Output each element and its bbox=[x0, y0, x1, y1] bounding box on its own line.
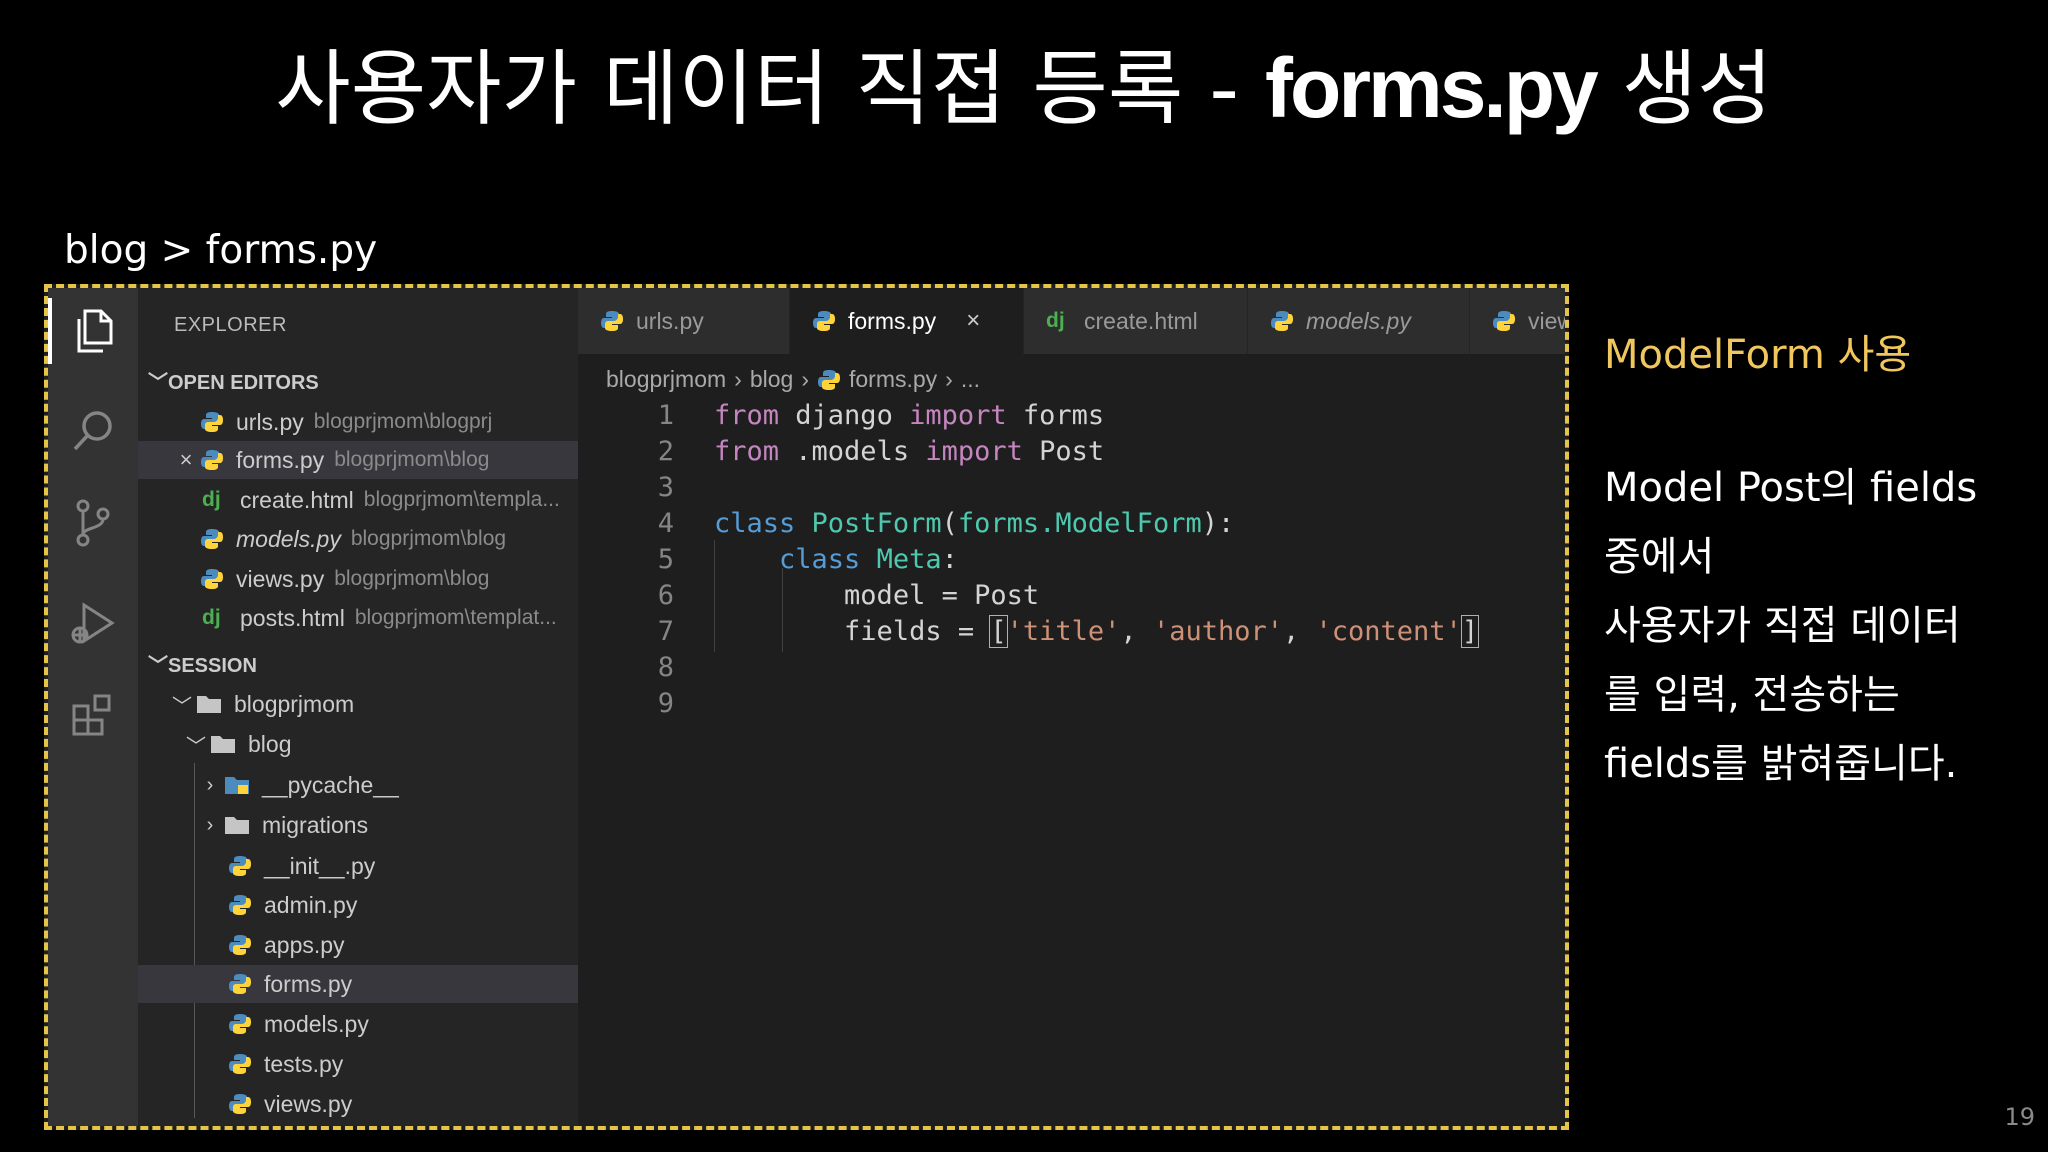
django-file-icon: dj bbox=[1046, 309, 1065, 332]
chevron-right-icon: › bbox=[206, 773, 214, 796]
side-note-line: 사용자가 직접 데이터 bbox=[1604, 603, 1961, 649]
explorer-title: EXPLORER bbox=[174, 314, 287, 336]
activity-active-indicator bbox=[48, 298, 52, 364]
python-file-icon bbox=[229, 1054, 251, 1074]
code-line-1: from django import forms bbox=[714, 400, 1105, 431]
line-number: 1 bbox=[657, 400, 674, 431]
breadcrumb-item[interactable]: blogprjmom bbox=[606, 366, 726, 393]
explorer-icon[interactable] bbox=[68, 306, 118, 356]
breadcrumb-item[interactable]: forms.py bbox=[849, 366, 937, 393]
side-note-line: 를 입력, 전송하는 bbox=[1604, 672, 1900, 718]
tab-create-html[interactable]: dj create.html bbox=[1024, 288, 1248, 354]
code-line-7: fields = ['title', 'author', 'content'] bbox=[844, 615, 1480, 648]
open-editor-create-html[interactable]: dj create.html blogprjmom\templa... bbox=[138, 481, 642, 519]
tab-close-icon[interactable]: × bbox=[966, 307, 980, 335]
open-editor-views[interactable]: views.py blogprjmom\blog bbox=[138, 560, 640, 598]
side-note-heading: ModelForm 사용 bbox=[1604, 332, 1912, 378]
extensions-icon[interactable] bbox=[68, 690, 118, 740]
side-note-text: Model Post의 fields 중에서 사용자가 직접 데이터 를 입력,… bbox=[1604, 454, 2024, 799]
line-number: 8 bbox=[657, 652, 674, 683]
code-line-4: class PostForm(forms.ModelForm): bbox=[714, 508, 1235, 539]
python-file-icon bbox=[813, 311, 835, 331]
open-editors-header[interactable]: ﹀OPEN EDITORS bbox=[148, 366, 319, 395]
open-editor-urls[interactable]: urls.py blogprjmom\blogprj bbox=[138, 403, 640, 441]
tree-folder-blogprjmom[interactable]: ﹀ blogprjmom bbox=[138, 685, 608, 723]
python-file-icon bbox=[1493, 311, 1515, 331]
chevron-down-icon: ﹀ bbox=[172, 695, 192, 718]
line-number: 3 bbox=[657, 472, 674, 503]
line-number: 6 bbox=[657, 580, 674, 611]
tree-folder-blog[interactable]: ﹀ blog bbox=[138, 725, 622, 763]
activity-bar bbox=[48, 288, 138, 1126]
line-number: 4 bbox=[657, 508, 674, 539]
search-icon[interactable] bbox=[68, 406, 118, 456]
open-editor-forms[interactable]: × forms.py blogprjmom\blog bbox=[138, 441, 612, 479]
code-line-2: from .models import Post bbox=[714, 436, 1105, 467]
editor-area: urls.py forms.py × dj create.html models… bbox=[578, 288, 1565, 1126]
python-file-icon bbox=[229, 935, 251, 955]
django-file-icon: dj bbox=[202, 488, 221, 511]
breadcrumb-item[interactable]: ... bbox=[961, 366, 980, 393]
open-editor-models[interactable]: models.py blogprjmom\blog bbox=[138, 520, 640, 558]
python-file-icon bbox=[201, 569, 223, 589]
code-line-6: model = Post bbox=[844, 580, 1040, 611]
python-file-icon bbox=[229, 895, 251, 915]
line-number: 5 bbox=[657, 544, 674, 575]
python-file-icon bbox=[601, 311, 623, 331]
python-file-icon bbox=[229, 1014, 251, 1034]
python-file-icon bbox=[201, 412, 223, 432]
slide-title-code: forms.py bbox=[1265, 41, 1599, 135]
line-number: 2 bbox=[657, 436, 674, 467]
code-line-5: class Meta: bbox=[779, 544, 958, 575]
folder-icon bbox=[225, 777, 249, 794]
editor-tab-bar: urls.py forms.py × dj create.html models… bbox=[578, 288, 1565, 354]
side-note-line: fields를 밝혀줍니다. bbox=[1604, 741, 1958, 787]
python-file-icon bbox=[229, 974, 251, 994]
python-file-icon bbox=[1271, 311, 1293, 331]
tab-models[interactable]: models.py bbox=[1248, 288, 1470, 354]
breadcrumb-item[interactable]: blog bbox=[750, 366, 793, 393]
tab-urls[interactable]: urls.py bbox=[578, 288, 790, 354]
explorer-sidebar: EXPLORER ﹀OPEN EDITORS urls.py blogprjmom… bbox=[138, 288, 668, 1126]
page-number: 19 bbox=[2004, 1103, 2035, 1131]
tab-forms[interactable]: forms.py × bbox=[790, 288, 1024, 354]
python-file-icon bbox=[229, 856, 251, 876]
folder-icon bbox=[211, 736, 235, 753]
python-file-icon bbox=[229, 1094, 251, 1114]
run-debug-icon[interactable] bbox=[68, 598, 118, 648]
side-note-line: 중에서 bbox=[1604, 534, 1715, 580]
line-number: 9 bbox=[657, 688, 674, 719]
open-editor-posts-html[interactable]: dj posts.html blogprjmom\templat... bbox=[138, 599, 642, 637]
editor-breadcrumb: blogprjmom › blog › forms.py › ... bbox=[606, 366, 980, 393]
tree-folder-migrations[interactable]: › migrations bbox=[138, 806, 636, 844]
chevron-right-icon: › bbox=[734, 366, 742, 392]
python-file-icon bbox=[817, 369, 840, 390]
chevron-right-icon: › bbox=[206, 813, 214, 836]
chevron-down-icon: ﹀ bbox=[186, 735, 206, 758]
chevron-right-icon: › bbox=[801, 366, 809, 392]
chevron-right-icon: › bbox=[945, 366, 953, 392]
source-control-icon[interactable] bbox=[68, 498, 118, 548]
folder-icon bbox=[225, 817, 249, 834]
folder-icon bbox=[197, 696, 221, 713]
tree-folder-pycache[interactable]: › __pycache__ bbox=[138, 766, 636, 804]
close-icon[interactable]: × bbox=[172, 447, 200, 473]
python-file-icon bbox=[201, 529, 223, 549]
django-file-icon: dj bbox=[202, 606, 221, 629]
vscode-window: EXPLORER ﹀OPEN EDITORS urls.py blogprjmom… bbox=[44, 284, 1569, 1130]
tab-views[interactable]: views.py bbox=[1470, 288, 1565, 354]
python-file-icon bbox=[201, 450, 223, 470]
side-note-line: Model Post의 fields bbox=[1604, 465, 1978, 511]
slide-title: 사용자가 데이터 직접 등록 - forms.py 생성 bbox=[275, 41, 1773, 137]
line-number: 7 bbox=[657, 616, 674, 647]
file-path-label: blog > forms.py bbox=[64, 228, 378, 273]
session-header[interactable]: ﹀SESSION bbox=[148, 649, 257, 678]
